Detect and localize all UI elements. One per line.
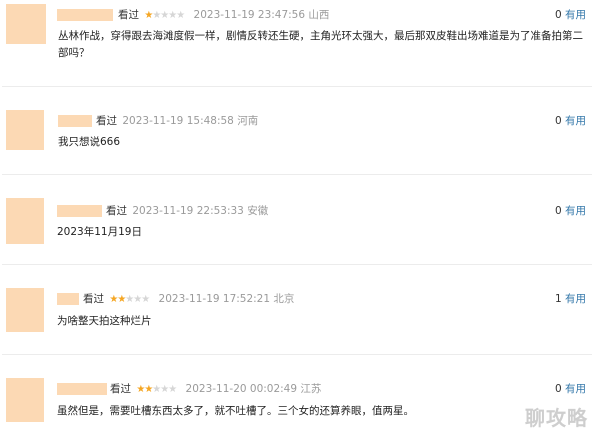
comment-text: 我只想说666 xyxy=(58,136,121,148)
watched-label: 看过 xyxy=(96,115,117,127)
rating-stars: ★★★★★ xyxy=(109,293,150,307)
star-empty-icon: ★ xyxy=(141,294,150,305)
comments-page: 看过 ★★★★★ 2023-11-19 23:47:56 山西 0 有用 丛林作… xyxy=(0,0,594,435)
comment-meta: 看过 2023-11-19 22:53:33 安徽 xyxy=(106,204,268,218)
comment-location: 安徽 xyxy=(247,205,269,217)
comment-location: 山西 xyxy=(308,9,330,21)
vote-useful: 0 有用 xyxy=(555,8,586,22)
divider xyxy=(2,86,592,87)
vote-count: 0 xyxy=(554,115,562,127)
user-name[interactable] xyxy=(57,205,102,217)
vote-useful: 0 有用 xyxy=(555,114,586,128)
user-name[interactable] xyxy=(57,9,113,21)
comment-location: 北京 xyxy=(273,293,295,305)
comment-timestamp: 2023-11-19 23:47:56 xyxy=(193,9,306,21)
useful-button[interactable]: 有用 xyxy=(565,293,586,305)
comment-location: 河南 xyxy=(237,115,259,127)
comment-meta: 看过 ★★★★★ 2023-11-19 17:52:21 北京 xyxy=(83,292,294,307)
comment-text: 2023年11月19日 xyxy=(57,226,142,238)
watched-label: 看过 xyxy=(118,9,139,21)
comment-timestamp: 2023-11-20 00:02:49 xyxy=(185,383,298,395)
comment-text: 为啥整天拍这种烂片 xyxy=(57,315,152,327)
user-avatar[interactable] xyxy=(6,378,44,422)
user-name[interactable] xyxy=(58,115,92,127)
comment-text: 虽然但是，需要吐槽东西太多了，就不吐槽了。三个女的还算养眼，值两星。 xyxy=(57,405,414,417)
vote-useful: 0 有用 xyxy=(555,204,586,218)
useful-button[interactable]: 有用 xyxy=(565,115,586,127)
watched-label: 看过 xyxy=(110,383,131,395)
vote-useful: 1 有用 xyxy=(555,292,586,306)
comment-timestamp: 2023-11-19 17:52:21 xyxy=(158,293,271,305)
rating-stars: ★★★★★ xyxy=(136,383,177,397)
star-empty-icon: ★ xyxy=(168,384,177,395)
comment-timestamp: 2023-11-19 15:48:58 xyxy=(122,115,234,127)
user-name[interactable] xyxy=(57,293,79,305)
user-avatar[interactable] xyxy=(6,110,44,150)
useful-button[interactable]: 有用 xyxy=(565,205,586,217)
divider xyxy=(2,174,592,175)
user-avatar[interactable] xyxy=(6,198,44,244)
vote-useful: 0 有用 xyxy=(555,382,586,396)
vote-count: 0 xyxy=(554,383,562,395)
comment-text: 丛林作战，穿得跟去海滩度假一样，剧情反转还生硬，主角光环太强大，最后那双皮鞋出场… xyxy=(58,30,583,59)
comment-meta: 看过 ★★★★★ 2023-11-19 23:47:56 山西 xyxy=(118,8,329,23)
comment-location: 江苏 xyxy=(300,383,322,395)
comment-meta: 看过 2023-11-19 15:48:58 河南 xyxy=(96,114,258,128)
divider xyxy=(2,354,592,355)
useful-button[interactable]: 有用 xyxy=(565,383,586,395)
comment-meta: 看过 ★★★★★ 2023-11-20 00:02:49 江苏 xyxy=(110,382,321,397)
watermark-logo: 聊攻略 xyxy=(525,406,588,430)
vote-count: 1 xyxy=(554,293,562,305)
useful-button[interactable]: 有用 xyxy=(565,9,586,21)
user-name[interactable] xyxy=(57,383,107,395)
vote-count: 0 xyxy=(554,9,562,21)
user-avatar[interactable] xyxy=(6,4,46,44)
rating-stars: ★★★★★ xyxy=(144,9,185,23)
comment-timestamp: 2023-11-19 22:53:33 xyxy=(132,205,244,217)
vote-count: 0 xyxy=(554,205,562,217)
star-empty-icon: ★ xyxy=(176,10,185,21)
watched-label: 看过 xyxy=(106,205,127,217)
watched-label: 看过 xyxy=(83,293,104,305)
divider xyxy=(2,264,592,265)
user-avatar[interactable] xyxy=(6,288,44,332)
